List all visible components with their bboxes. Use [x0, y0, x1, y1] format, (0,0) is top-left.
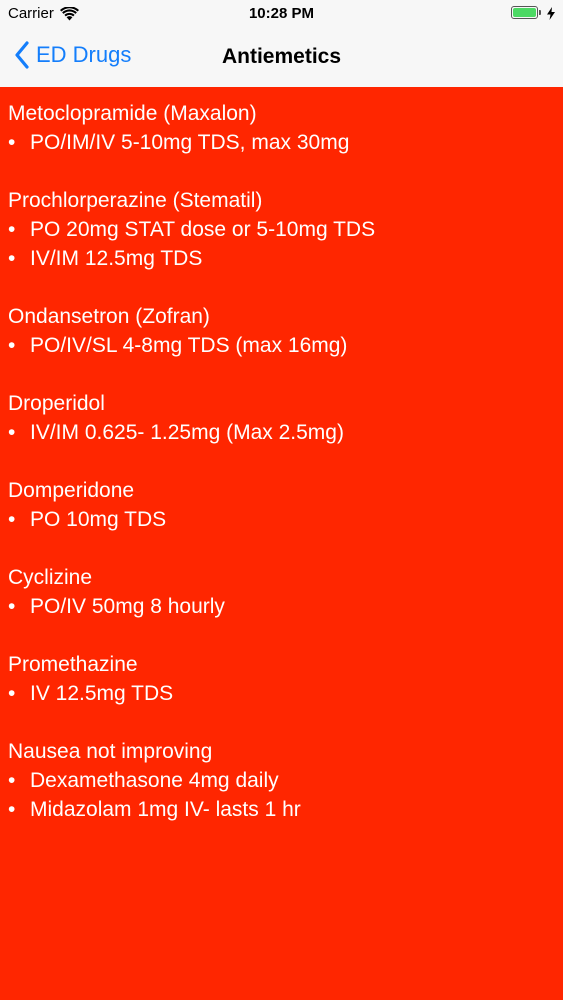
navigation-bar: ED Drugs Antiemetics: [0, 30, 563, 87]
drug-content[interactable]: Metoclopramide (Maxalon) PO/IM/IV 5-10mg…: [0, 87, 563, 1000]
page-title: Antiemetics: [221, 45, 342, 68]
drug-list: Metoclopramide (Maxalon) PO/IM/IV 5-10mg…: [0, 87, 563, 824]
drug-section: Nausea not improving Dexamethasone 4mg d…: [8, 737, 555, 824]
status-right-group: [511, 6, 555, 21]
status-time: 10:28 PM: [248, 5, 315, 22]
dose-item: PO 10mg TDS: [8, 505, 555, 534]
dose-item: PO/IM/IV 5-10mg TDS, max 30mg: [8, 128, 555, 157]
drug-name: Droperidol: [8, 392, 105, 415]
battery-level-fill: [513, 8, 536, 17]
dose-item: Midazolam 1mg IV- lasts 1 hr: [8, 795, 555, 824]
dose-list: Dexamethasone 4mg daily Midazolam 1mg IV…: [8, 766, 555, 824]
drug-section: Prochlorperazine (Stematil) PO 20mg STAT…: [8, 186, 555, 273]
dose-item: Dexamethasone 4mg daily: [8, 766, 555, 795]
drug-name: Cyclizine: [8, 566, 93, 589]
dose-list: PO 20mg STAT dose or 5-10mg TDS IV/IM 12…: [8, 215, 555, 273]
drug-name: Metoclopramide (Maxalon): [8, 102, 257, 125]
dose-list: PO 10mg TDS: [8, 505, 555, 534]
drug-name: Ondansetron (Zofran): [8, 305, 210, 328]
status-bar: Carrier 10:28 PM: [0, 0, 563, 30]
dose-list: PO/IM/IV 5-10mg TDS, max 30mg: [8, 128, 555, 157]
drug-section: Droperidol IV/IM 0.625- 1.25mg (Max 2.5m…: [8, 389, 555, 447]
bolt-icon: [547, 7, 555, 20]
drug-name: Nausea not improving: [8, 740, 213, 763]
drug-section: Domperidone PO 10mg TDS: [8, 476, 555, 534]
dose-item: IV/IM 12.5mg TDS: [8, 244, 555, 273]
dose-item: PO/IV/SL 4-8mg TDS (max 16mg): [8, 331, 555, 360]
drug-name: Promethazine: [8, 653, 138, 676]
dose-list: PO/IV/SL 4-8mg TDS (max 16mg): [8, 331, 555, 360]
dose-list: IV/IM 0.625- 1.25mg (Max 2.5mg): [8, 418, 555, 447]
drug-section: Ondansetron (Zofran) PO/IV/SL 4-8mg TDS …: [8, 302, 555, 360]
dose-item: IV 12.5mg TDS: [8, 679, 555, 708]
dose-list: PO/IV 50mg 8 hourly: [8, 592, 555, 621]
drug-name: Domperidone: [8, 479, 135, 502]
drug-section: Metoclopramide (Maxalon) PO/IM/IV 5-10mg…: [8, 99, 555, 157]
dose-list: IV 12.5mg TDS: [8, 679, 555, 708]
drug-name: Prochlorperazine (Stematil): [8, 189, 263, 212]
battery-icon: [511, 6, 543, 21]
drug-section: Promethazine IV 12.5mg TDS: [8, 650, 555, 708]
drug-section: Cyclizine PO/IV 50mg 8 hourly: [8, 563, 555, 621]
dose-item: IV/IM 0.625- 1.25mg (Max 2.5mg): [8, 418, 555, 447]
dose-item: PO/IV 50mg 8 hourly: [8, 592, 555, 621]
dose-item: PO 20mg STAT dose or 5-10mg TDS: [8, 215, 555, 244]
